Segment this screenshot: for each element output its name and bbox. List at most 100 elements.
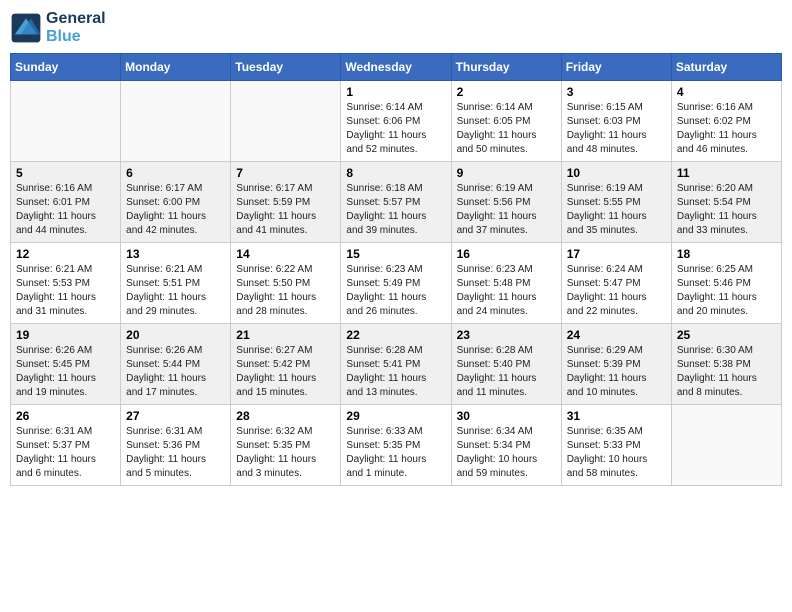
logo-text: General Blue — [46, 10, 106, 45]
day-info: Sunrise: 6:35 AM Sunset: 5:33 PM Dayligh… — [567, 425, 666, 481]
calendar-cell: 8 Sunrise: 6:18 AM Sunset: 5:57 PM Daylig… — [341, 162, 451, 243]
day-info: Sunrise: 6:14 AM Sunset: 6:05 PM Dayligh… — [457, 101, 556, 157]
day-info: Sunrise: 6:19 AM Sunset: 5:55 PM Dayligh… — [567, 182, 666, 238]
day-number: 22 — [346, 328, 445, 342]
calendar-cell: 15 Sunrise: 6:23 AM Sunset: 5:49 PM Dayli… — [341, 243, 451, 324]
calendar-cell: 23 Sunrise: 6:28 AM Sunset: 5:40 PM Dayli… — [451, 324, 561, 405]
day-number: 31 — [567, 409, 666, 423]
day-info: Sunrise: 6:19 AM Sunset: 5:56 PM Dayligh… — [457, 182, 556, 238]
calendar-cell: 1 Sunrise: 6:14 AM Sunset: 6:06 PM Daylig… — [341, 81, 451, 162]
day-info: Sunrise: 6:28 AM Sunset: 5:40 PM Dayligh… — [457, 344, 556, 400]
day-number: 21 — [236, 328, 335, 342]
calendar-cell — [231, 81, 341, 162]
day-info: Sunrise: 6:16 AM Sunset: 6:01 PM Dayligh… — [16, 182, 115, 238]
day-info: Sunrise: 6:20 AM Sunset: 5:54 PM Dayligh… — [677, 182, 776, 238]
weekday-header-monday: Monday — [121, 54, 231, 81]
day-info: Sunrise: 6:18 AM Sunset: 5:57 PM Dayligh… — [346, 182, 445, 238]
calendar-cell: 21 Sunrise: 6:27 AM Sunset: 5:42 PM Dayli… — [231, 324, 341, 405]
calendar-cell: 2 Sunrise: 6:14 AM Sunset: 6:05 PM Daylig… — [451, 81, 561, 162]
calendar-cell: 24Sunrise: 6:29 AM Sunset: 5:39 PM Dayli… — [561, 324, 671, 405]
day-info: Sunrise: 6:31 AM Sunset: 5:37 PM Dayligh… — [16, 425, 115, 481]
day-number: 14 — [236, 247, 335, 261]
day-info: Sunrise: 6:24 AM Sunset: 5:47 PM Dayligh… — [567, 263, 666, 319]
day-info: Sunrise: 6:23 AM Sunset: 5:48 PM Dayligh… — [457, 263, 556, 319]
day-number: 13 — [126, 247, 225, 261]
day-number: 12 — [16, 247, 115, 261]
day-number: 26 — [16, 409, 115, 423]
calendar-cell: 12 Sunrise: 6:21 AM Sunset: 5:53 PM Dayli… — [11, 243, 121, 324]
calendar-cell — [671, 405, 781, 486]
day-number: 16 — [457, 247, 556, 261]
day-number: 2 — [457, 85, 556, 99]
weekday-header-thursday: Thursday — [451, 54, 561, 81]
calendar-cell: 27Sunrise: 6:31 AM Sunset: 5:36 PM Dayli… — [121, 405, 231, 486]
day-number: 25 — [677, 328, 776, 342]
calendar-cell: 20Sunrise: 6:26 AM Sunset: 5:44 PM Dayli… — [121, 324, 231, 405]
day-number: 23 — [457, 328, 556, 342]
weekday-header-friday: Friday — [561, 54, 671, 81]
calendar-cell: 11 Sunrise: 6:20 AM Sunset: 5:54 PM Dayli… — [671, 162, 781, 243]
calendar-cell: 9 Sunrise: 6:19 AM Sunset: 5:56 PM Daylig… — [451, 162, 561, 243]
day-number: 3 — [567, 85, 666, 99]
logo: General Blue — [10, 10, 106, 45]
calendar-cell: 29 Sunrise: 6:33 AM Sunset: 5:35 PM Dayli… — [341, 405, 451, 486]
calendar-cell: 19 Sunrise: 6:26 AM Sunset: 5:45 PM Dayli… — [11, 324, 121, 405]
week-row-2: 5Sunrise: 6:16 AM Sunset: 6:01 PM Daylig… — [11, 162, 782, 243]
calendar-cell: 5Sunrise: 6:16 AM Sunset: 6:01 PM Daylig… — [11, 162, 121, 243]
calendar-cell: 10 Sunrise: 6:19 AM Sunset: 5:55 PM Dayli… — [561, 162, 671, 243]
day-number: 6 — [126, 166, 225, 180]
day-number: 1 — [346, 85, 445, 99]
calendar-cell: 3 Sunrise: 6:15 AM Sunset: 6:03 PM Daylig… — [561, 81, 671, 162]
day-number: 11 — [677, 166, 776, 180]
calendar-cell: 13 Sunrise: 6:21 AM Sunset: 5:51 PM Dayli… — [121, 243, 231, 324]
calendar-cell: 14 Sunrise: 6:22 AM Sunset: 5:50 PM Dayli… — [231, 243, 341, 324]
day-number: 20 — [126, 328, 225, 342]
week-row-1: 1 Sunrise: 6:14 AM Sunset: 6:06 PM Daylig… — [11, 81, 782, 162]
calendar-cell — [121, 81, 231, 162]
day-number: 18 — [677, 247, 776, 261]
day-info: Sunrise: 6:15 AM Sunset: 6:03 PM Dayligh… — [567, 101, 666, 157]
page-header: General Blue — [10, 10, 782, 45]
calendar-cell: 28 Sunrise: 6:32 AM Sunset: 5:35 PM Dayli… — [231, 405, 341, 486]
week-row-4: 19 Sunrise: 6:26 AM Sunset: 5:45 PM Dayli… — [11, 324, 782, 405]
day-info: Sunrise: 6:27 AM Sunset: 5:42 PM Dayligh… — [236, 344, 335, 400]
weekday-header-row: SundayMondayTuesdayWednesdayThursdayFrid… — [11, 54, 782, 81]
calendar-cell: 4Sunrise: 6:16 AM Sunset: 6:02 PM Daylig… — [671, 81, 781, 162]
weekday-header-tuesday: Tuesday — [231, 54, 341, 81]
day-number: 4 — [677, 85, 776, 99]
day-number: 9 — [457, 166, 556, 180]
day-info: Sunrise: 6:30 AM Sunset: 5:38 PM Dayligh… — [677, 344, 776, 400]
day-info: Sunrise: 6:17 AM Sunset: 5:59 PM Dayligh… — [236, 182, 335, 238]
day-info: Sunrise: 6:14 AM Sunset: 6:06 PM Dayligh… — [346, 101, 445, 157]
day-number: 30 — [457, 409, 556, 423]
weekday-header-saturday: Saturday — [671, 54, 781, 81]
day-number: 29 — [346, 409, 445, 423]
day-info: Sunrise: 6:33 AM Sunset: 5:35 PM Dayligh… — [346, 425, 445, 481]
day-info: Sunrise: 6:34 AM Sunset: 5:34 PM Dayligh… — [457, 425, 556, 481]
day-info: Sunrise: 6:32 AM Sunset: 5:35 PM Dayligh… — [236, 425, 335, 481]
day-number: 8 — [346, 166, 445, 180]
weekday-header-wednesday: Wednesday — [341, 54, 451, 81]
week-row-5: 26 Sunrise: 6:31 AM Sunset: 5:37 PM Dayli… — [11, 405, 782, 486]
day-info: Sunrise: 6:21 AM Sunset: 5:53 PM Dayligh… — [16, 263, 115, 319]
day-info: Sunrise: 6:17 AM Sunset: 6:00 PM Dayligh… — [126, 182, 225, 238]
day-number: 15 — [346, 247, 445, 261]
day-number: 27 — [126, 409, 225, 423]
calendar-cell: 25 Sunrise: 6:30 AM Sunset: 5:38 PM Dayli… — [671, 324, 781, 405]
calendar-cell: 30 Sunrise: 6:34 AM Sunset: 5:34 PM Dayli… — [451, 405, 561, 486]
day-info: Sunrise: 6:28 AM Sunset: 5:41 PM Dayligh… — [346, 344, 445, 400]
day-info: Sunrise: 6:23 AM Sunset: 5:49 PM Dayligh… — [346, 263, 445, 319]
weekday-header-sunday: Sunday — [11, 54, 121, 81]
day-number: 19 — [16, 328, 115, 342]
calendar-cell — [11, 81, 121, 162]
day-info: Sunrise: 6:22 AM Sunset: 5:50 PM Dayligh… — [236, 263, 335, 319]
day-number: 28 — [236, 409, 335, 423]
calendar-cell: 7Sunrise: 6:17 AM Sunset: 5:59 PM Daylig… — [231, 162, 341, 243]
calendar-cell: 31 Sunrise: 6:35 AM Sunset: 5:33 PM Dayli… — [561, 405, 671, 486]
calendar-cell: 17Sunrise: 6:24 AM Sunset: 5:47 PM Dayli… — [561, 243, 671, 324]
logo-icon — [10, 12, 42, 44]
calendar-cell: 16 Sunrise: 6:23 AM Sunset: 5:48 PM Dayli… — [451, 243, 561, 324]
day-info: Sunrise: 6:26 AM Sunset: 5:45 PM Dayligh… — [16, 344, 115, 400]
day-number: 10 — [567, 166, 666, 180]
day-info: Sunrise: 6:21 AM Sunset: 5:51 PM Dayligh… — [126, 263, 225, 319]
